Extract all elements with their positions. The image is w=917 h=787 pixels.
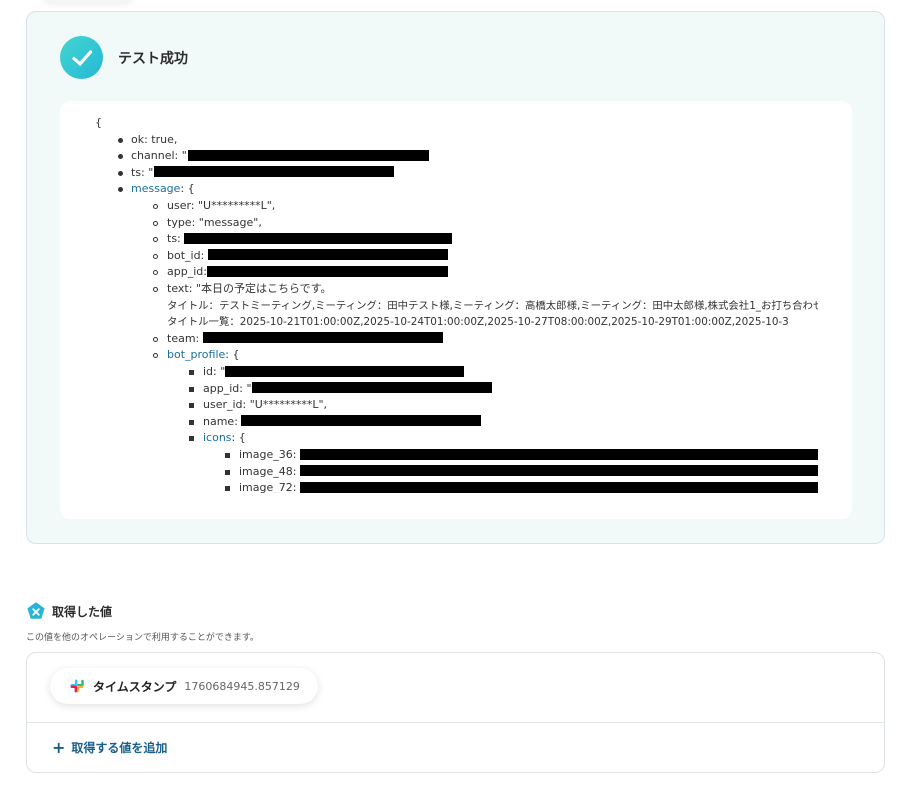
redacted-value: [299, 465, 818, 477]
json-text: type: "message",: [167, 215, 262, 229]
json-text: image_36:: [239, 448, 300, 461]
json-text: ok: true,: [131, 132, 178, 146]
json-line-image-48: image_48:: [225, 464, 818, 481]
json-text: : {: [180, 182, 195, 196]
json-line-name: name:: [189, 414, 482, 431]
json-line-message: message: {: [118, 181, 195, 198]
json-line-id: id: ": [189, 364, 465, 381]
acquired-values-description: この値を他のオペレーションで利用することができます。: [26, 633, 259, 643]
json-text: image_48:: [239, 464, 300, 478]
redacted-value: [207, 249, 448, 261]
plus-icon: +: [52, 737, 66, 757]
json-line-user: user: "U*********L",: [153, 198, 276, 215]
json-line-channel: channel: ": [118, 148, 429, 165]
value-chip-label: タイムスタンプ: [93, 679, 177, 694]
response-json-box[interactable]: { ok: true, channel: " ts: " message: { …: [60, 101, 852, 519]
json-line-text-title: タイトル：テストミーティング,ミーティング：田中テスト様,ミーティング：高橋太郎…: [167, 299, 818, 312]
check-icon: [60, 36, 103, 79]
json-text: bot_id:: [167, 248, 208, 262]
test-result-card: テスト成功 { ok: true, channel: " ts: " messa…: [26, 11, 885, 544]
slack-icon: [70, 679, 84, 693]
json-line-ts: ts: ": [118, 165, 395, 182]
json-text: : {: [231, 431, 246, 445]
json-line-image-36: image_36:: [225, 447, 818, 464]
redacted-value: [241, 415, 482, 427]
json-text: id: ": [203, 365, 226, 378]
redacted-value: [299, 481, 818, 493]
redacted-value: [206, 265, 448, 277]
redacted-value: [225, 365, 465, 377]
json-line-app-id: app_id:: [153, 264, 448, 281]
add-value-label: 取得する値を追加: [71, 741, 168, 755]
redacted-value: [202, 332, 443, 344]
value-chip-timestamp[interactable]: タイムスタンプ 1760684945.857129: [50, 668, 318, 704]
json-key-icons: icons: [203, 431, 232, 445]
divider: [27, 722, 884, 723]
previous-panel-edge: [40, 0, 136, 2]
json-text: user_id: "U*********L",: [203, 398, 328, 412]
json-line-ok: ok: true,: [118, 132, 178, 149]
json-open-brace: {: [95, 116, 102, 129]
response-json-content: { ok: true, channel: " ts: " message: { …: [60, 113, 818, 493]
json-text: name:: [203, 414, 242, 428]
json-line-type: type: "message",: [153, 215, 262, 232]
json-text: ts:: [167, 232, 185, 246]
test-result-title: テスト成功: [118, 50, 188, 67]
json-text: ts: ": [131, 165, 154, 179]
json-text: : {: [225, 348, 240, 362]
redacted-value: [184, 232, 453, 244]
json-line-team: team:: [153, 331, 443, 348]
pentagon-x-icon: [27, 602, 45, 619]
json-text: app_id:: [167, 265, 207, 279]
json-line-image-72: image_72:: [225, 480, 818, 493]
json-text: text: "本日の予定はこちらです。: [167, 282, 332, 295]
json-line-icons: icons: {: [189, 430, 246, 447]
json-line-app-id2: app_id: ": [189, 381, 492, 398]
json-line-text-title-list: タイトル一覧：2025-10-21T01:00:00Z,2025-10-24T0…: [167, 316, 789, 329]
add-value-button[interactable]: + 取得する値を追加: [52, 739, 167, 756]
json-line-bot-profile: bot_profile: {: [153, 347, 240, 364]
acquired-values-title: 取得した値: [52, 604, 113, 619]
acquired-values-card: タイムスタンプ 1760684945.857129 + 取得する値を追加: [26, 652, 885, 773]
json-text: channel: ": [131, 149, 187, 163]
value-chip-value: 1760684945.857129: [184, 679, 300, 693]
redacted-value: [187, 149, 429, 161]
test-result-header: テスト成功: [60, 36, 188, 79]
json-text: team:: [167, 331, 203, 345]
json-text: user: "U*********L",: [167, 199, 276, 212]
json-line-ts2: ts:: [153, 231, 453, 248]
json-line-user-id: user_id: "U*********L",: [189, 397, 328, 414]
redacted-value: [251, 382, 492, 394]
redacted-value: [154, 166, 395, 178]
json-text: image_72:: [239, 481, 300, 493]
json-key-message: message: [131, 182, 181, 196]
redacted-value: [299, 448, 818, 460]
json-text: app_id: ": [203, 381, 252, 395]
acquired-values-heading: 取得した値: [26, 601, 112, 621]
json-line-bot-id: bot_id:: [153, 248, 448, 265]
json-key-bot-profile: bot_profile: [167, 348, 226, 362]
json-line-text: text: "本日の予定はこちらです。: [153, 281, 332, 298]
